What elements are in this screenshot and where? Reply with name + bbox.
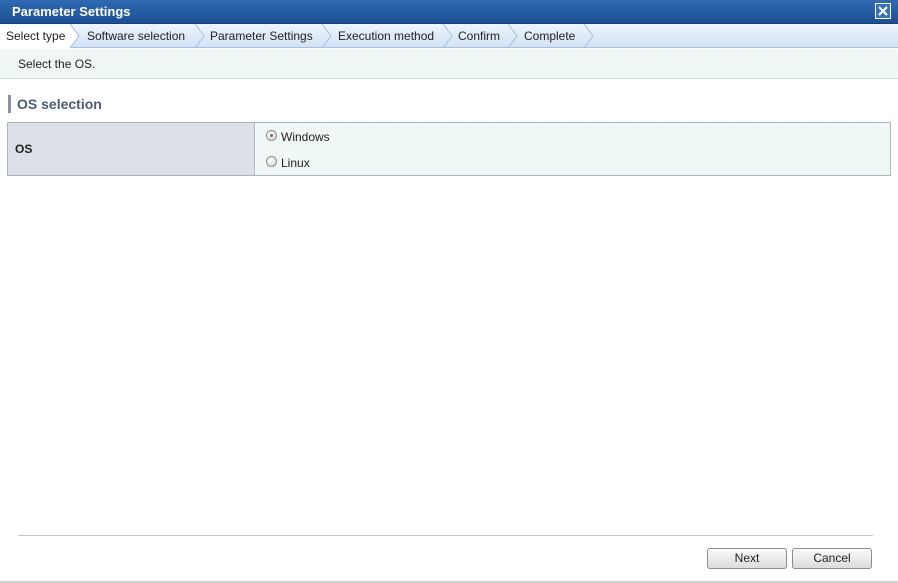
step-separator-icon [584, 24, 594, 48]
cancel-button[interactable]: Cancel [792, 548, 872, 569]
radio-label-linux[interactable]: Linux [281, 156, 310, 170]
close-icon [878, 6, 888, 16]
step-confirm: Confirm [458, 24, 500, 48]
step-label: Confirm [458, 29, 501, 43]
close-button[interactable] [875, 3, 891, 19]
wizard-steps: Select type Software selection Parameter… [0, 24, 898, 48]
step-execution-method: Execution method [338, 24, 434, 48]
section-title: OS selection [8, 95, 102, 113]
step-complete: Complete [524, 24, 575, 48]
radio-button-selected[interactable] [266, 130, 277, 141]
step-software-selection: Software selection [87, 24, 185, 48]
step-separator-icon [195, 24, 205, 48]
step-label: Select type [6, 29, 66, 43]
os-label: OS [15, 142, 33, 156]
step-select-type: Select type [0, 24, 70, 48]
instruction-text: Select the OS. [18, 57, 96, 71]
step-separator-icon [508, 24, 518, 48]
step-parameter-settings: Parameter Settings [210, 24, 313, 48]
step-label: Parameter Settings [210, 29, 313, 43]
footer-divider [18, 535, 873, 536]
os-label-cell: OS [8, 123, 255, 175]
step-label: Complete [524, 29, 576, 43]
step-label: Execution method [338, 29, 435, 43]
step-separator-icon [70, 24, 80, 48]
window-title: Parameter Settings [12, 4, 131, 19]
next-button[interactable]: Next [707, 548, 787, 569]
os-value-cell: Windows Linux [256, 123, 890, 175]
step-separator-icon [322, 24, 332, 48]
step-label: Software selection [87, 29, 186, 43]
radio-button-unselected[interactable] [266, 156, 277, 167]
step-separator-icon [443, 24, 453, 48]
radio-label-windows[interactable]: Windows [281, 130, 330, 144]
instruction-banner: Select the OS. [0, 49, 898, 79]
window-titlebar: Parameter Settings [0, 0, 898, 24]
os-settings-table: OS Windows Linux [7, 122, 891, 176]
